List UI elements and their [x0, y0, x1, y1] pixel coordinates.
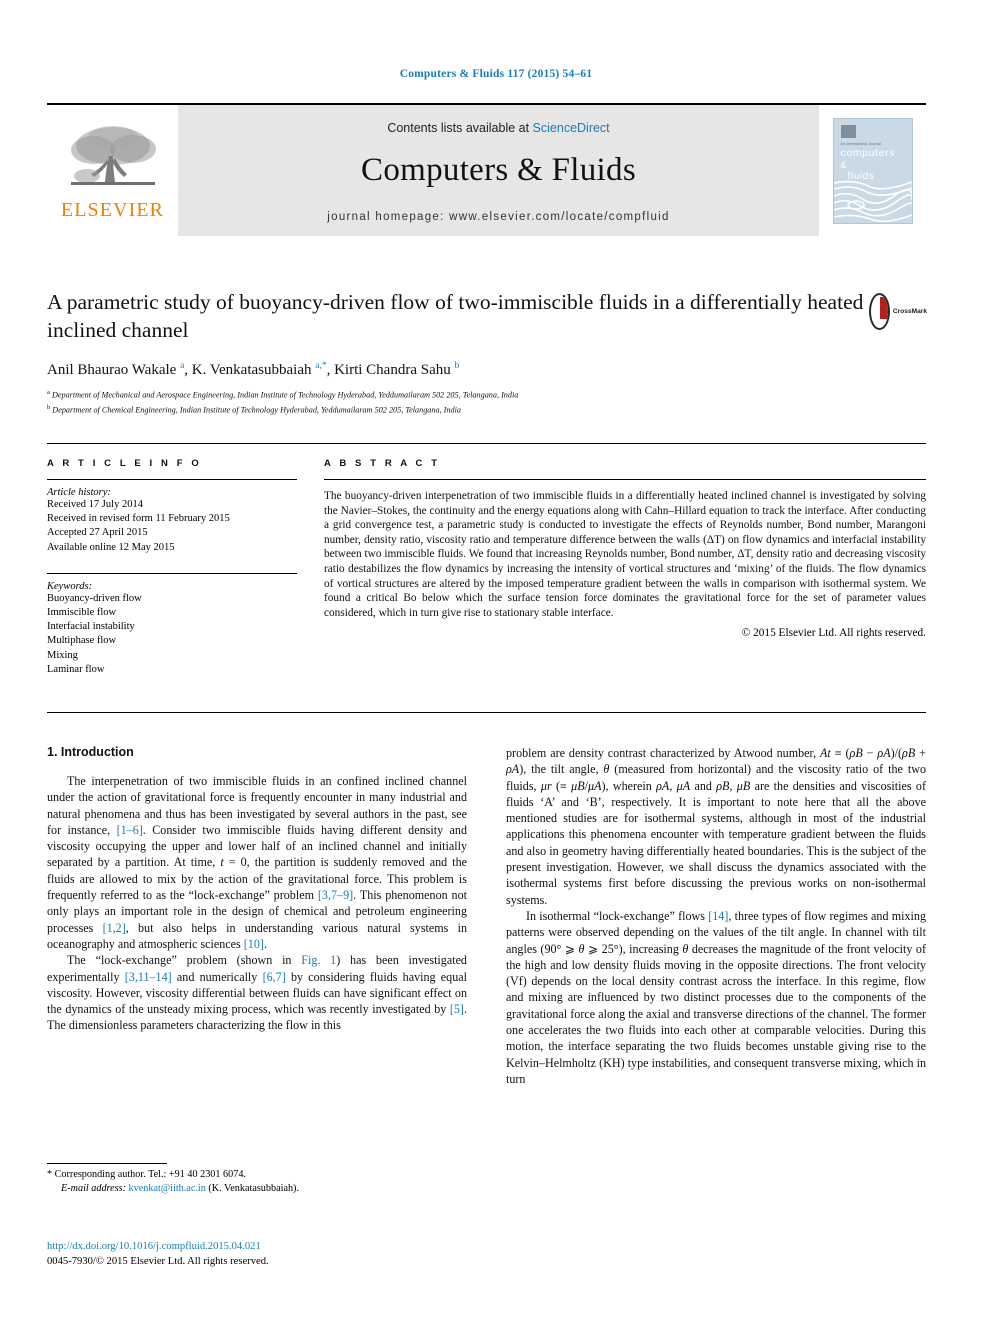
- footnote-divider: [47, 1163, 167, 1164]
- paper-page: Computers & Fluids 117 (2015) 54–61 ELSE…: [0, 0, 992, 1323]
- journal-masthead: ELSEVIER Contents lists available at Sci…: [47, 103, 926, 236]
- affiliation-b-text: Department of Chemical Engineering, Indi…: [52, 405, 461, 415]
- abstract-heading: A B S T R A C T: [324, 458, 441, 469]
- keyword-item: Buoyancy-driven flow: [47, 592, 142, 604]
- sciencedirect-link[interactable]: ScienceDirect: [533, 121, 610, 135]
- page-title: A parametric study of buoyancy-driven fl…: [47, 290, 864, 342]
- elsevier-tree-icon: [70, 125, 156, 185]
- cover-wave-graphic: [833, 180, 912, 222]
- paragraph: problem are density contrast characteriz…: [506, 746, 926, 907]
- paragraph: The “lock-exchange” problem (shown in Fi…: [47, 953, 467, 1033]
- journal-cover-thumbnail: An International Journal computers & flu…: [819, 105, 926, 236]
- email-note: E-mail address: kvenkat@iith.ac.in (K. V…: [61, 1182, 467, 1196]
- article-info-column: A R T I C L E I N F O Article history: R…: [47, 458, 297, 677]
- title-block: A parametric study of buoyancy-driven fl…: [47, 288, 867, 416]
- contents-prefix: Contents lists available at: [387, 120, 533, 135]
- email-label: E-mail address:: [61, 1183, 126, 1194]
- article-history-item: Received 17 July 2014: [47, 499, 143, 510]
- journal-title: Computers & Fluids: [361, 151, 636, 188]
- corresponding-author-note: * Corresponding author. Tel.: +91 40 230…: [47, 1169, 246, 1180]
- keywords-block: Keywords: Buoyancy-driven flow Immiscibl…: [47, 572, 297, 677]
- paragraph: In isothermal “lock-exchange” flows [14]…: [506, 908, 927, 1086]
- keyword-item: Laminar flow: [47, 663, 105, 675]
- affiliation-a-text: Department of Mechanical and Aerospace E…: [51, 390, 519, 400]
- affiliation-b: b Department of Chemical Engineering, In…: [47, 404, 461, 415]
- article-history-item: Received in revised form 11 February 201…: [47, 513, 230, 525]
- keyword-item: Immiscible flow: [47, 607, 117, 619]
- doi-link[interactable]: http://dx.doi.org/10.1016/j.compfluid.20…: [47, 1240, 467, 1255]
- issn-copyright-line: 0045-7930/© 2015 Elsevier Ltd. All right…: [47, 1255, 269, 1267]
- article-info-heading: A R T I C L E I N F O: [47, 458, 202, 469]
- article-history-item: Accepted 27 April 2015: [47, 527, 148, 539]
- elsevier-wordmark: ELSEVIER: [60, 198, 165, 221]
- article-history-label: Article history:: [47, 487, 111, 498]
- journal-homepage-link[interactable]: journal homepage: www.elsevier.com/locat…: [327, 211, 669, 223]
- cover-subtitle: An International Journal: [840, 141, 882, 146]
- abstract-text: The buoyancy-driven interpenetration of …: [324, 490, 926, 619]
- elsevier-logo: ELSEVIER: [47, 105, 178, 236]
- body-column-right: problem are density contrast characteriz…: [506, 745, 926, 1087]
- affiliation-a: a Department of Mechanical and Aerospace…: [47, 389, 519, 400]
- divider-below-abstract: [47, 712, 926, 713]
- footnote-block: * Corresponding author. Tel.: +91 40 230…: [47, 1168, 467, 1196]
- keywords-divider: [47, 572, 297, 574]
- abstract-copyright: © 2015 Elsevier Ltd. All rights reserved…: [741, 627, 926, 640]
- abstract-divider: [324, 479, 926, 480]
- divider-above-abstract: [47, 443, 926, 444]
- email-suffix: (K. Venkatasubbaiah).: [208, 1183, 299, 1194]
- paragraph: The interpenetration of two immiscible f…: [47, 774, 467, 951]
- masthead-center: Contents lists available at ScienceDirec…: [178, 105, 819, 236]
- author-list: Anil Bhaurao Wakale a, K. Venkatasubbaia…: [47, 361, 460, 378]
- crossmark-badge[interactable]: CrossMark: [869, 292, 927, 330]
- contents-line: Contents lists available at ScienceDirec…: [387, 121, 609, 135]
- body-column-left: 1. Introduction The interpenetration of …: [47, 745, 467, 1034]
- article-info-divider: [47, 479, 297, 480]
- cover-title-line1: computers: [840, 146, 895, 159]
- keyword-item: Mixing: [47, 649, 78, 661]
- article-history-item: Available online 12 May 2015: [47, 541, 175, 553]
- keyword-item: Multiphase flow: [47, 635, 117, 647]
- running-head: Computers & Fluids 117 (2015) 54–61: [399, 68, 593, 80]
- doi-block: http://dx.doi.org/10.1016/j.compfluid.20…: [47, 1240, 467, 1269]
- cover-title-line2: &: [840, 159, 848, 170]
- keyword-item: Interfacial instability: [47, 621, 135, 633]
- crossmark-icon: [869, 292, 890, 330]
- abstract-column: A B S T R A C T The buoyancy-driven inte…: [324, 458, 926, 639]
- keywords-label: Keywords:: [47, 580, 93, 592]
- crossmark-label: CrossMark: [892, 307, 927, 315]
- email-link[interactable]: kvenkat@iith.ac.in: [129, 1183, 206, 1194]
- section-heading-introduction: 1. Introduction: [47, 745, 134, 759]
- cover-chip-icon: [840, 124, 856, 138]
